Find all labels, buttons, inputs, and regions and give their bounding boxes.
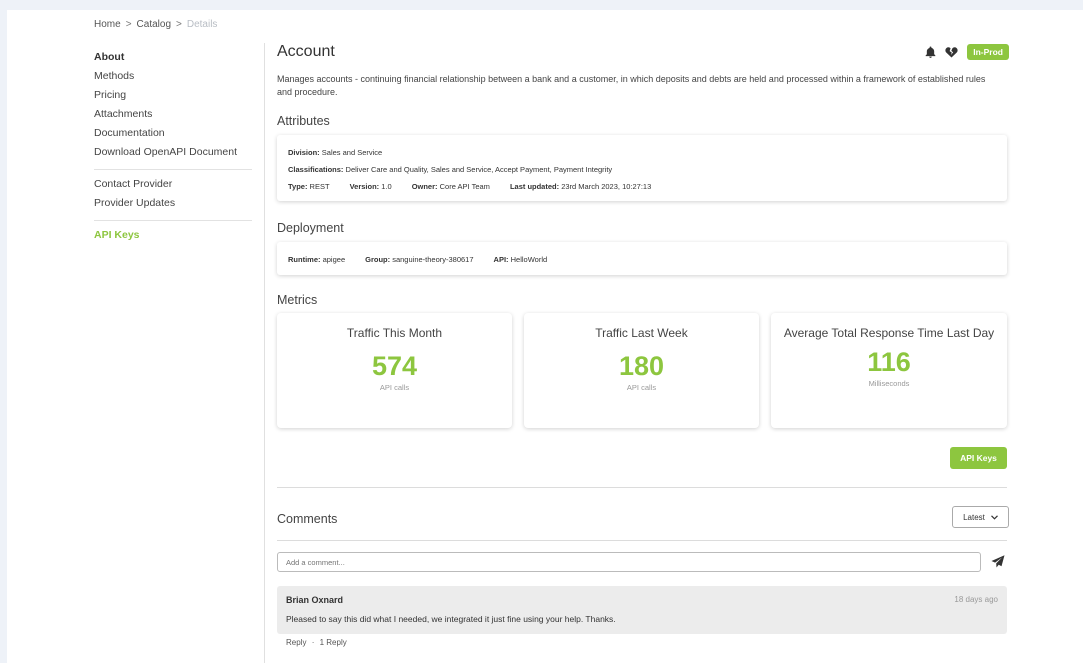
updated-field: Last updated: 23rd March 2023, 10:27:13 [510, 182, 651, 191]
type-label: Type: [288, 182, 308, 191]
group-field: Group: sanguine-theory-380617 [365, 255, 473, 264]
metric-title: Traffic This Month [346, 326, 443, 340]
metrics-heading: Metrics [277, 293, 318, 307]
group-label: Group: [365, 255, 391, 264]
runtime-value: apigee [322, 255, 346, 264]
sidebar-item-provider-updates[interactable]: Provider Updates [94, 194, 254, 213]
deployment-heading: Deployment [277, 221, 344, 235]
status-badge: In-Prod [967, 44, 1009, 60]
runtime-field: Runtime: apigee [288, 255, 345, 264]
api-field: API: HelloWorld [494, 255, 548, 264]
sidebar-item-pricing[interactable]: Pricing [94, 86, 254, 105]
attributes-heading: Attributes [277, 114, 330, 128]
page: Home > Catalog > Details About Methods Prici… [7, 10, 1083, 663]
metric-card-traffic-week: Traffic Last Week 180 API calls [524, 313, 759, 428]
deployment-card: Runtime: apigee Group: sanguine-theory-3… [277, 242, 1007, 275]
metric-title: Average Total Response Time Last Day [783, 326, 995, 340]
metric-unit: Milliseconds [868, 379, 910, 388]
comment-text: Pleased to say this did what I needed, w… [286, 614, 616, 624]
comment-item: Brian Oxnard 18 days ago Pleased to say … [277, 586, 1007, 634]
sort-value: Latest [963, 512, 985, 522]
owner-value: Core API Team [439, 182, 490, 191]
status-icons: In-Prod [925, 44, 1009, 60]
deployment-row: Runtime: apigee Group: sanguine-theory-3… [288, 255, 547, 264]
metric-card-response-time: Average Total Response Time Last Day 116… [771, 313, 1007, 428]
metric-value: 574 [371, 351, 418, 381]
breadcrumb-home[interactable]: Home [94, 19, 121, 30]
api-value: HelloWorld [510, 255, 548, 264]
divider [277, 487, 1007, 488]
division-label: Division: [288, 148, 320, 157]
sidebar-separator [264, 43, 265, 663]
comments-sort-select[interactable]: Latest [952, 506, 1009, 528]
breadcrumb-current: Details [186, 19, 218, 30]
updated-value: 23rd March 2023, 10:27:13 [561, 182, 652, 191]
comment-author: Brian Oxnard [286, 595, 344, 605]
api-label: API: [493, 255, 509, 264]
type-field: Type: REST [288, 182, 330, 191]
bell-icon[interactable] [925, 46, 936, 58]
breadcrumb-separator: > [125, 19, 132, 30]
sidebar-divider [94, 220, 252, 221]
metric-unit: API calls [626, 383, 657, 392]
version-field: Version: 1.0 [350, 182, 392, 191]
sidebar-item-attachments[interactable]: Attachments [94, 105, 254, 124]
page-title: Account [277, 43, 335, 60]
breadcrumb-catalog[interactable]: Catalog [137, 19, 171, 30]
owner-label: Owner: [411, 182, 438, 191]
metric-card-traffic-month: Traffic This Month 574 API calls [277, 313, 512, 428]
sidebar-item-download-openapi[interactable]: Download OpenAPI Document [94, 143, 254, 162]
division-row: Division: Sales and Service [288, 148, 382, 157]
classifications-label: Classifications: [288, 165, 344, 174]
comments-heading: Comments [277, 512, 338, 526]
attributes-card: Division: Sales and Service Classificati… [277, 135, 1007, 201]
classifications-row: Classifications: Deliver Care and Qualit… [288, 165, 612, 174]
sidebar-item-documentation[interactable]: Documentation [94, 124, 254, 143]
comment-actions: Reply · 1 Reply [286, 638, 347, 647]
comment-input[interactable] [277, 552, 981, 572]
metric-value: 116 [867, 347, 911, 377]
breadcrumb: Home > Catalog > Details [94, 19, 217, 30]
reply-link[interactable]: Reply [286, 638, 306, 647]
updated-label: Last updated: [509, 182, 560, 191]
chevron-down-icon [990, 514, 998, 520]
api-keys-button[interactable]: API Keys [950, 447, 1007, 469]
version-value: 1.0 [381, 182, 392, 191]
send-icon[interactable] [991, 555, 1005, 568]
type-value: REST [309, 182, 330, 191]
breadcrumb-separator: > [176, 19, 182, 30]
owner-field: Owner: Core API Team [412, 182, 490, 191]
runtime-label: Runtime: [288, 255, 321, 264]
division-value: Sales and Service [321, 148, 383, 157]
sidebar-item-api-keys[interactable]: API Keys [94, 226, 254, 245]
group-value: sanguine-theory-380617 [392, 255, 474, 264]
sidebar: About Methods Pricing Attachments Docume… [94, 48, 254, 245]
sidebar-divider [94, 169, 252, 170]
api-description: Manages accounts - continuing financial … [277, 74, 986, 97]
divider [277, 540, 1007, 541]
replies-link[interactable]: 1 Reply [320, 638, 347, 647]
metric-title: Traffic Last Week [595, 326, 688, 340]
version-label: Version: [349, 182, 380, 191]
metric-value: 180 [618, 351, 665, 381]
classifications-value: Deliver Care and Quality, Sales and Serv… [345, 165, 613, 174]
comment-time: 18 days ago [954, 595, 998, 604]
sidebar-item-methods[interactable]: Methods [94, 67, 254, 86]
sidebar-item-about[interactable]: About [94, 48, 254, 67]
heart-broken-icon[interactable] [945, 46, 958, 58]
sidebar-item-contact-provider[interactable]: Contact Provider [94, 175, 254, 194]
meta-row: Type: REST Version: 1.0 Owner: Core API … [288, 182, 651, 191]
action-separator: · [311, 638, 315, 647]
metric-unit: API calls [379, 383, 410, 392]
